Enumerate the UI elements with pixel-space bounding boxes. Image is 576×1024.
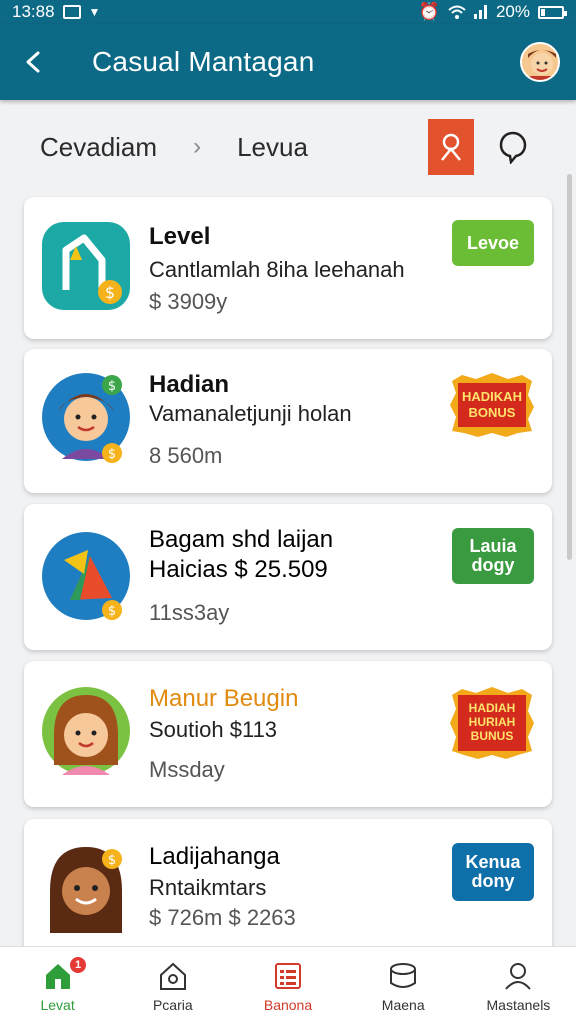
svg-text:$: $ [108,853,116,868]
nav-label: Levat [40,997,75,1013]
svg-text:$: $ [105,283,115,302]
gallery-notification-icon [62,5,81,19]
girl2-avatar-icon: $ [50,847,122,933]
card-title: Manur Beugin [149,685,299,712]
app-root: 13:88 ▼ ⏰ 20% Casual Mantagan Cevadiam ›… [0,0,576,1024]
bonus-badge[interactable]: HADIAH HURIAH BUNUS [448,685,536,761]
tag-button[interactable]: Lauia dogy [452,528,534,584]
person-icon [505,963,532,990]
game-app-icon: $ [42,222,130,310]
nav-label: Maena [381,997,425,1013]
user-avatar[interactable] [520,42,560,82]
card-meta: 11ss3ay [149,600,230,625]
avatar-face-icon [522,44,558,80]
tag-button[interactable]: Kenua dony [452,843,534,901]
chat-bubble-icon [499,131,527,164]
home-icon [45,964,70,989]
chat-button[interactable] [490,124,536,170]
nav-item-box[interactable]: Maena [346,947,461,1024]
card-subtitle: Cantlamlah 8iha leehanah [149,257,405,282]
card-title: Ladijahanga [149,843,280,870]
bottom-nav: 1 Levat Pcaria Banona Maena Mastanels [0,946,576,1024]
nav-item-profile[interactable]: Mastanels [461,947,576,1024]
card-subtitle: Vamanaletjunji holan [149,401,352,426]
card-meta: $ 726m $ 2263 [149,905,296,930]
notification-badge: 1 [70,957,86,973]
status-bar: 13:88 ▼ ⏰ 20% [0,0,576,24]
battery-percent: 20% [495,2,530,21]
status-time: 13:88 [12,2,55,21]
list-item[interactable]: $ Level Cantlamlah 8iha leehanah $ 3909y… [24,197,552,339]
breadcrumb-item-current[interactable]: Levua [237,132,308,163]
list-item[interactable]: Manur Beugin Soutioh $113 Mssday HADIAH … [24,661,552,807]
cards-game-icon: $ [42,532,130,620]
nav-label: Pcaria [152,997,193,1013]
card-subtitle: Haicias $ 25.509 [149,556,328,583]
filter-person-icon [441,133,461,161]
card-title: Level [149,223,211,250]
wifi-icon [448,5,466,19]
svg-text:$: $ [108,447,116,462]
bonus-badge-label: HADIAH HURIAH BUNUS [468,701,516,743]
card-subtitle: Rntaikmtars [149,875,267,900]
list-item[interactable]: $ Bagam shd laijan Haicias $ 25.509 11ss… [24,504,552,650]
back-arrow-icon [26,51,40,73]
breadcrumb: Cevadiam › Levua [0,100,576,194]
alarm-icon: ⏰ [418,2,440,21]
list-item[interactable]: $ Ladijahanga Rntaikmtars $ 726m $ 2263 … [24,819,552,959]
bonus-badge-label: HADIKAH BONUS [462,388,522,420]
nav-label: Banona [263,997,313,1013]
scrollbar[interactable] [567,174,572,560]
nav-label: Mastanels [486,997,551,1013]
chevron-right-icon: › [193,133,202,160]
nav-item-levels[interactable]: 1 Levat [0,947,115,1024]
box-icon [390,963,417,988]
battery-icon [538,5,567,19]
bonus-badge[interactable]: HADIKAH BONUS [448,371,536,439]
level-tag-button[interactable]: Levoe [452,220,534,266]
card-meta: Mssday [149,757,225,782]
breadcrumb-item-home[interactable]: Cevadiam [40,132,157,163]
card-meta: $ 3909y [149,289,228,314]
nav-item-list[interactable]: Banona [230,947,345,1024]
nav-item-search[interactable]: Pcaria [115,947,230,1024]
app-title: Casual Mantagan [92,46,315,77]
svg-text:$: $ [108,379,116,394]
card-title: Hadian [149,371,230,398]
search-home-icon [159,962,186,990]
back-button[interactable] [16,44,52,80]
chevron-down-icon: ▼ [88,5,101,19]
child-avatar-icon: $ $ [42,373,130,463]
filter-button[interactable] [428,119,474,175]
card-title: Bagam shd laijan [149,526,334,553]
signal-icon [473,5,487,19]
list-icon [275,963,301,989]
girl-avatar-icon [42,687,130,775]
list-item[interactable]: $ $ Hadian Vamanaletjunji holan 8 560m H… [24,349,552,493]
app-bar: Casual Mantagan [0,24,576,100]
card-subtitle: Soutioh $113 [149,717,278,742]
svg-text:$: $ [108,604,116,619]
battery-level [541,8,546,16]
card-meta: 8 560m [149,443,223,468]
